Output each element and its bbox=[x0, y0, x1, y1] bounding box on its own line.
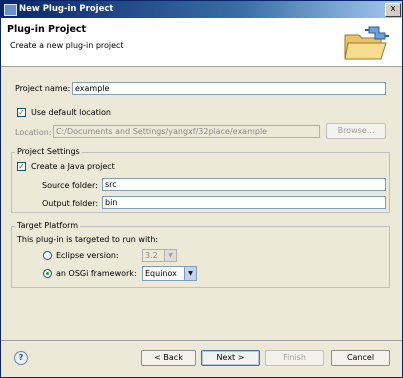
question-mark-icon[interactable]: ? bbox=[14, 351, 28, 365]
finish-button[interactable]: Finish bbox=[265, 350, 324, 366]
output-folder-input[interactable]: bin bbox=[102, 196, 386, 209]
create-java-project-label: Create a Java project bbox=[31, 162, 115, 171]
next-button[interactable]: Next > bbox=[201, 350, 260, 366]
cancel-button[interactable]: Cancel bbox=[331, 350, 390, 366]
osgi-framework-value: Equinox bbox=[145, 269, 177, 278]
project-settings-title: Project Settings bbox=[15, 146, 82, 157]
footer-separator bbox=[1, 340, 402, 341]
plugin-folder-icon bbox=[344, 26, 389, 60]
create-java-project-checkbox[interactable]: ✓ bbox=[17, 162, 26, 171]
new-plugin-project-dialog: New Plug-in Project x Plug-in Project Cr… bbox=[0, 0, 403, 378]
wizard-header: Plug-in Project Create a new plug-in pro… bbox=[1, 18, 402, 67]
output-folder-label: Output folder: bbox=[42, 199, 99, 208]
source-folder-input[interactable]: src bbox=[102, 178, 386, 191]
eclipse-version-label: Eclipse version: bbox=[56, 251, 119, 260]
chevron-down-icon: ▼ bbox=[164, 250, 176, 261]
osgi-framework-label: an OSGi framework: bbox=[56, 269, 137, 278]
project-name-label: Project name: bbox=[15, 84, 71, 93]
page-description: Create a new plug-in project bbox=[10, 41, 124, 50]
project-name-input[interactable]: example bbox=[72, 82, 386, 95]
close-button[interactable]: x bbox=[385, 3, 401, 17]
location-input[interactable]: C:/Documents and Settings/yangxf/32place… bbox=[53, 125, 320, 138]
use-default-location-checkbox[interactable]: ✓ bbox=[17, 108, 26, 117]
chevron-down-icon: ▼ bbox=[184, 267, 196, 280]
osgi-framework-radio[interactable] bbox=[43, 269, 52, 278]
page-title: Plug-in Project bbox=[7, 24, 87, 35]
back-button[interactable]: < Back bbox=[141, 350, 196, 366]
eclipse-version-value: 3.2 bbox=[145, 251, 158, 260]
browse-button[interactable]: Browse... bbox=[326, 123, 386, 139]
target-platform-title: Target Platform bbox=[15, 220, 81, 231]
source-folder-label: Source folder: bbox=[42, 181, 98, 190]
title-bar[interactable]: New Plug-in Project x bbox=[1, 1, 402, 18]
osgi-framework-select[interactable]: Equinox ▼ bbox=[142, 266, 197, 281]
use-default-location-label: Use default location bbox=[31, 108, 111, 117]
target-platform-description: This plug-in is targeted to run with: bbox=[17, 235, 159, 244]
window-icon bbox=[4, 4, 17, 16]
eclipse-version-radio[interactable] bbox=[43, 251, 52, 260]
location-label: Location: bbox=[15, 128, 52, 137]
window-title: New Plug-in Project bbox=[19, 4, 114, 14]
eclipse-version-select[interactable]: 3.2 ▼ bbox=[142, 249, 177, 262]
